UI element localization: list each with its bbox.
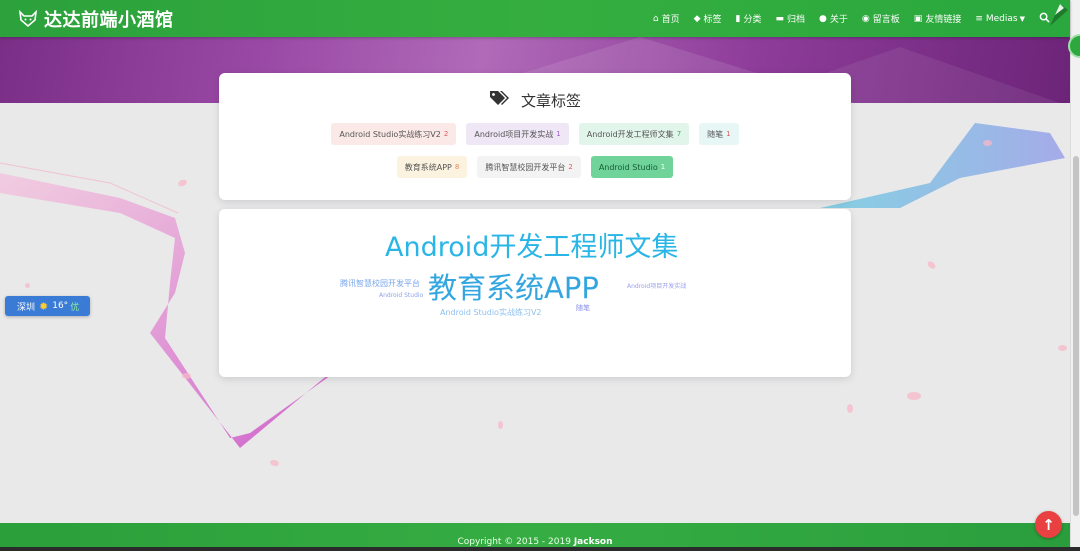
- tags-icon: ◆: [693, 13, 701, 24]
- nav-menu: ⌂ 首页 ◆ 标签 ▮ 分类 ▬ 归档 ● 关于 ◉ 留言板 ▣ 友情链接 ≡: [639, 0, 1050, 37]
- tag-name: Android Studio: [598, 162, 658, 172]
- tag-row: Android Studio实战练习V2 2 Android项目开发实战 1 A…: [219, 123, 851, 145]
- site-brand[interactable]: 达达前端小酒馆: [18, 6, 174, 32]
- petal-decoration: [847, 404, 853, 413]
- nav-item-tags[interactable]: ◆ 标签: [693, 12, 722, 26]
- cloud-word[interactable]: Android Studio: [379, 292, 423, 299]
- nav-item-guestbook[interactable]: ◉ 留言板: [861, 12, 900, 26]
- tag-name: 随笔: [707, 129, 724, 139]
- tag-count: 7: [676, 130, 682, 138]
- air-quality: 优: [70, 302, 80, 313]
- arrow-up-icon: ↑: [1042, 515, 1055, 534]
- nav-item-categories[interactable]: ▮ 分类: [735, 12, 762, 26]
- nav-label: 分类: [743, 15, 762, 25]
- chevron-down-icon: ▼: [1019, 14, 1025, 23]
- cloud-word[interactable]: Android开发工程师文集: [385, 225, 678, 264]
- tag-name: Android Studio实战练习V2: [339, 129, 441, 139]
- tag-chip[interactable]: 教育系统APP 8: [396, 156, 468, 178]
- tag-name: 腾讯智慧校园开发平台: [485, 162, 566, 172]
- tags-card-header: 文章标签: [219, 90, 851, 111]
- nav-label: 标签: [703, 15, 722, 25]
- nav-label: 首页: [661, 15, 680, 25]
- cloud-word[interactable]: 腾讯智慧校园开发平台: [340, 278, 420, 289]
- cloud-word[interactable]: 教育系统APP: [428, 265, 599, 307]
- cloud-word[interactable]: 随笔: [576, 303, 590, 313]
- nav-item-about[interactable]: ● 关于: [819, 12, 848, 26]
- nav-item-archive[interactable]: ▬ 归档: [775, 12, 806, 26]
- tag-count: 2: [568, 163, 573, 171]
- nav-label: 留言板: [872, 15, 900, 25]
- bookmark-icon: ▮: [735, 13, 741, 24]
- archive-icon: ▬: [775, 13, 785, 24]
- tags-card: 文章标签 Android Studio实战练习V2 2 Android项目开发实…: [219, 73, 851, 200]
- tag-chip[interactable]: Android开发工程师文集 7: [578, 123, 690, 145]
- tag-chip[interactable]: Android Studio实战练习V2 2: [331, 123, 457, 145]
- petal-decoration: [983, 140, 992, 146]
- link-icon: ▣: [913, 13, 923, 24]
- scrollbar-thumb[interactable]: [1073, 156, 1079, 516]
- fox-logo-icon: [18, 9, 38, 27]
- tag-count: 1: [556, 130, 561, 138]
- nav-label: Medias: [985, 13, 1018, 24]
- petal-decoration: [907, 392, 921, 400]
- tag-count: 1: [660, 163, 666, 171]
- tag-name: Android项目开发实战: [474, 129, 554, 139]
- tag-chip[interactable]: 腾讯智慧校园开发平台 2: [477, 156, 581, 178]
- tag-count: 1: [726, 130, 731, 138]
- nav-label: 归档: [787, 15, 806, 25]
- tag-chip[interactable]: 随笔 1: [699, 123, 739, 145]
- nav-label: 关于: [829, 15, 848, 25]
- author-link[interactable]: Jackson: [574, 537, 613, 547]
- footer-copyright: Copyright © 2015 - 2019 Jackson: [0, 537, 1070, 547]
- tag-row: 教育系统APP 8 腾讯智慧校园开发平台 2 Android Studio 1: [219, 156, 851, 178]
- taskbar-strip: [0, 547, 1080, 551]
- page-scrollbar[interactable]: [1070, 0, 1080, 547]
- tag-count: 8: [454, 163, 460, 171]
- cloud-word[interactable]: Android项目开发实战: [627, 281, 686, 290]
- site-title: 达达前端小酒馆: [44, 9, 174, 31]
- corner-flag-icon: [1050, 4, 1068, 26]
- tags-card-title: 文章标签: [520, 92, 581, 110]
- tag-count: 2: [443, 130, 449, 138]
- weather-temp: 16°: [52, 301, 69, 311]
- cloud-word[interactable]: Android Studio实战练习V2: [440, 307, 542, 318]
- user-circle-icon: ●: [819, 13, 827, 24]
- nav-label: 友情链接: [925, 15, 962, 25]
- nav-item-home[interactable]: ⌂ 首页: [652, 12, 680, 26]
- tag-chip-active[interactable]: Android Studio 1: [590, 156, 674, 178]
- sun-icon: ✹: [39, 299, 49, 313]
- list-icon: ≡: [975, 13, 983, 24]
- petal-decoration: [25, 283, 30, 288]
- petal-decoration: [498, 421, 503, 429]
- copyright-text: Copyright © 2015 - 2019: [457, 537, 571, 547]
- tags-icon: [489, 90, 511, 111]
- tag-cloud-card: Android开发工程师文集 教育系统APP 腾讯智慧校园开发平台 Androi…: [219, 209, 851, 377]
- home-icon: ⌂: [652, 13, 659, 24]
- weather-city: 深圳: [17, 302, 36, 313]
- nav-item-friend-links[interactable]: ▣ 友情链接: [913, 12, 962, 26]
- tag-name: 教育系统APP: [404, 162, 452, 172]
- weather-widget[interactable]: 深圳 ✹ 16° 优: [5, 296, 90, 316]
- comments-icon: ◉: [861, 13, 870, 24]
- tag-name: Android开发工程师文集: [586, 129, 674, 139]
- petal-decoration: [182, 373, 191, 379]
- tag-chip[interactable]: Android项目开发实战 1: [466, 123, 569, 145]
- footer: Copyright © 2015 - 2019 Jackson: [0, 523, 1070, 547]
- top-navbar: 达达前端小酒馆 ⌂ 首页 ◆ 标签 ▮ 分类 ▬ 归档 ● 关于 ◉ 留言板 ▣…: [0, 0, 1070, 37]
- nav-item-medias[interactable]: ≡ Medias ▼: [975, 14, 1025, 24]
- back-to-top-button[interactable]: ↑: [1035, 511, 1062, 538]
- petal-decoration: [1058, 345, 1067, 351]
